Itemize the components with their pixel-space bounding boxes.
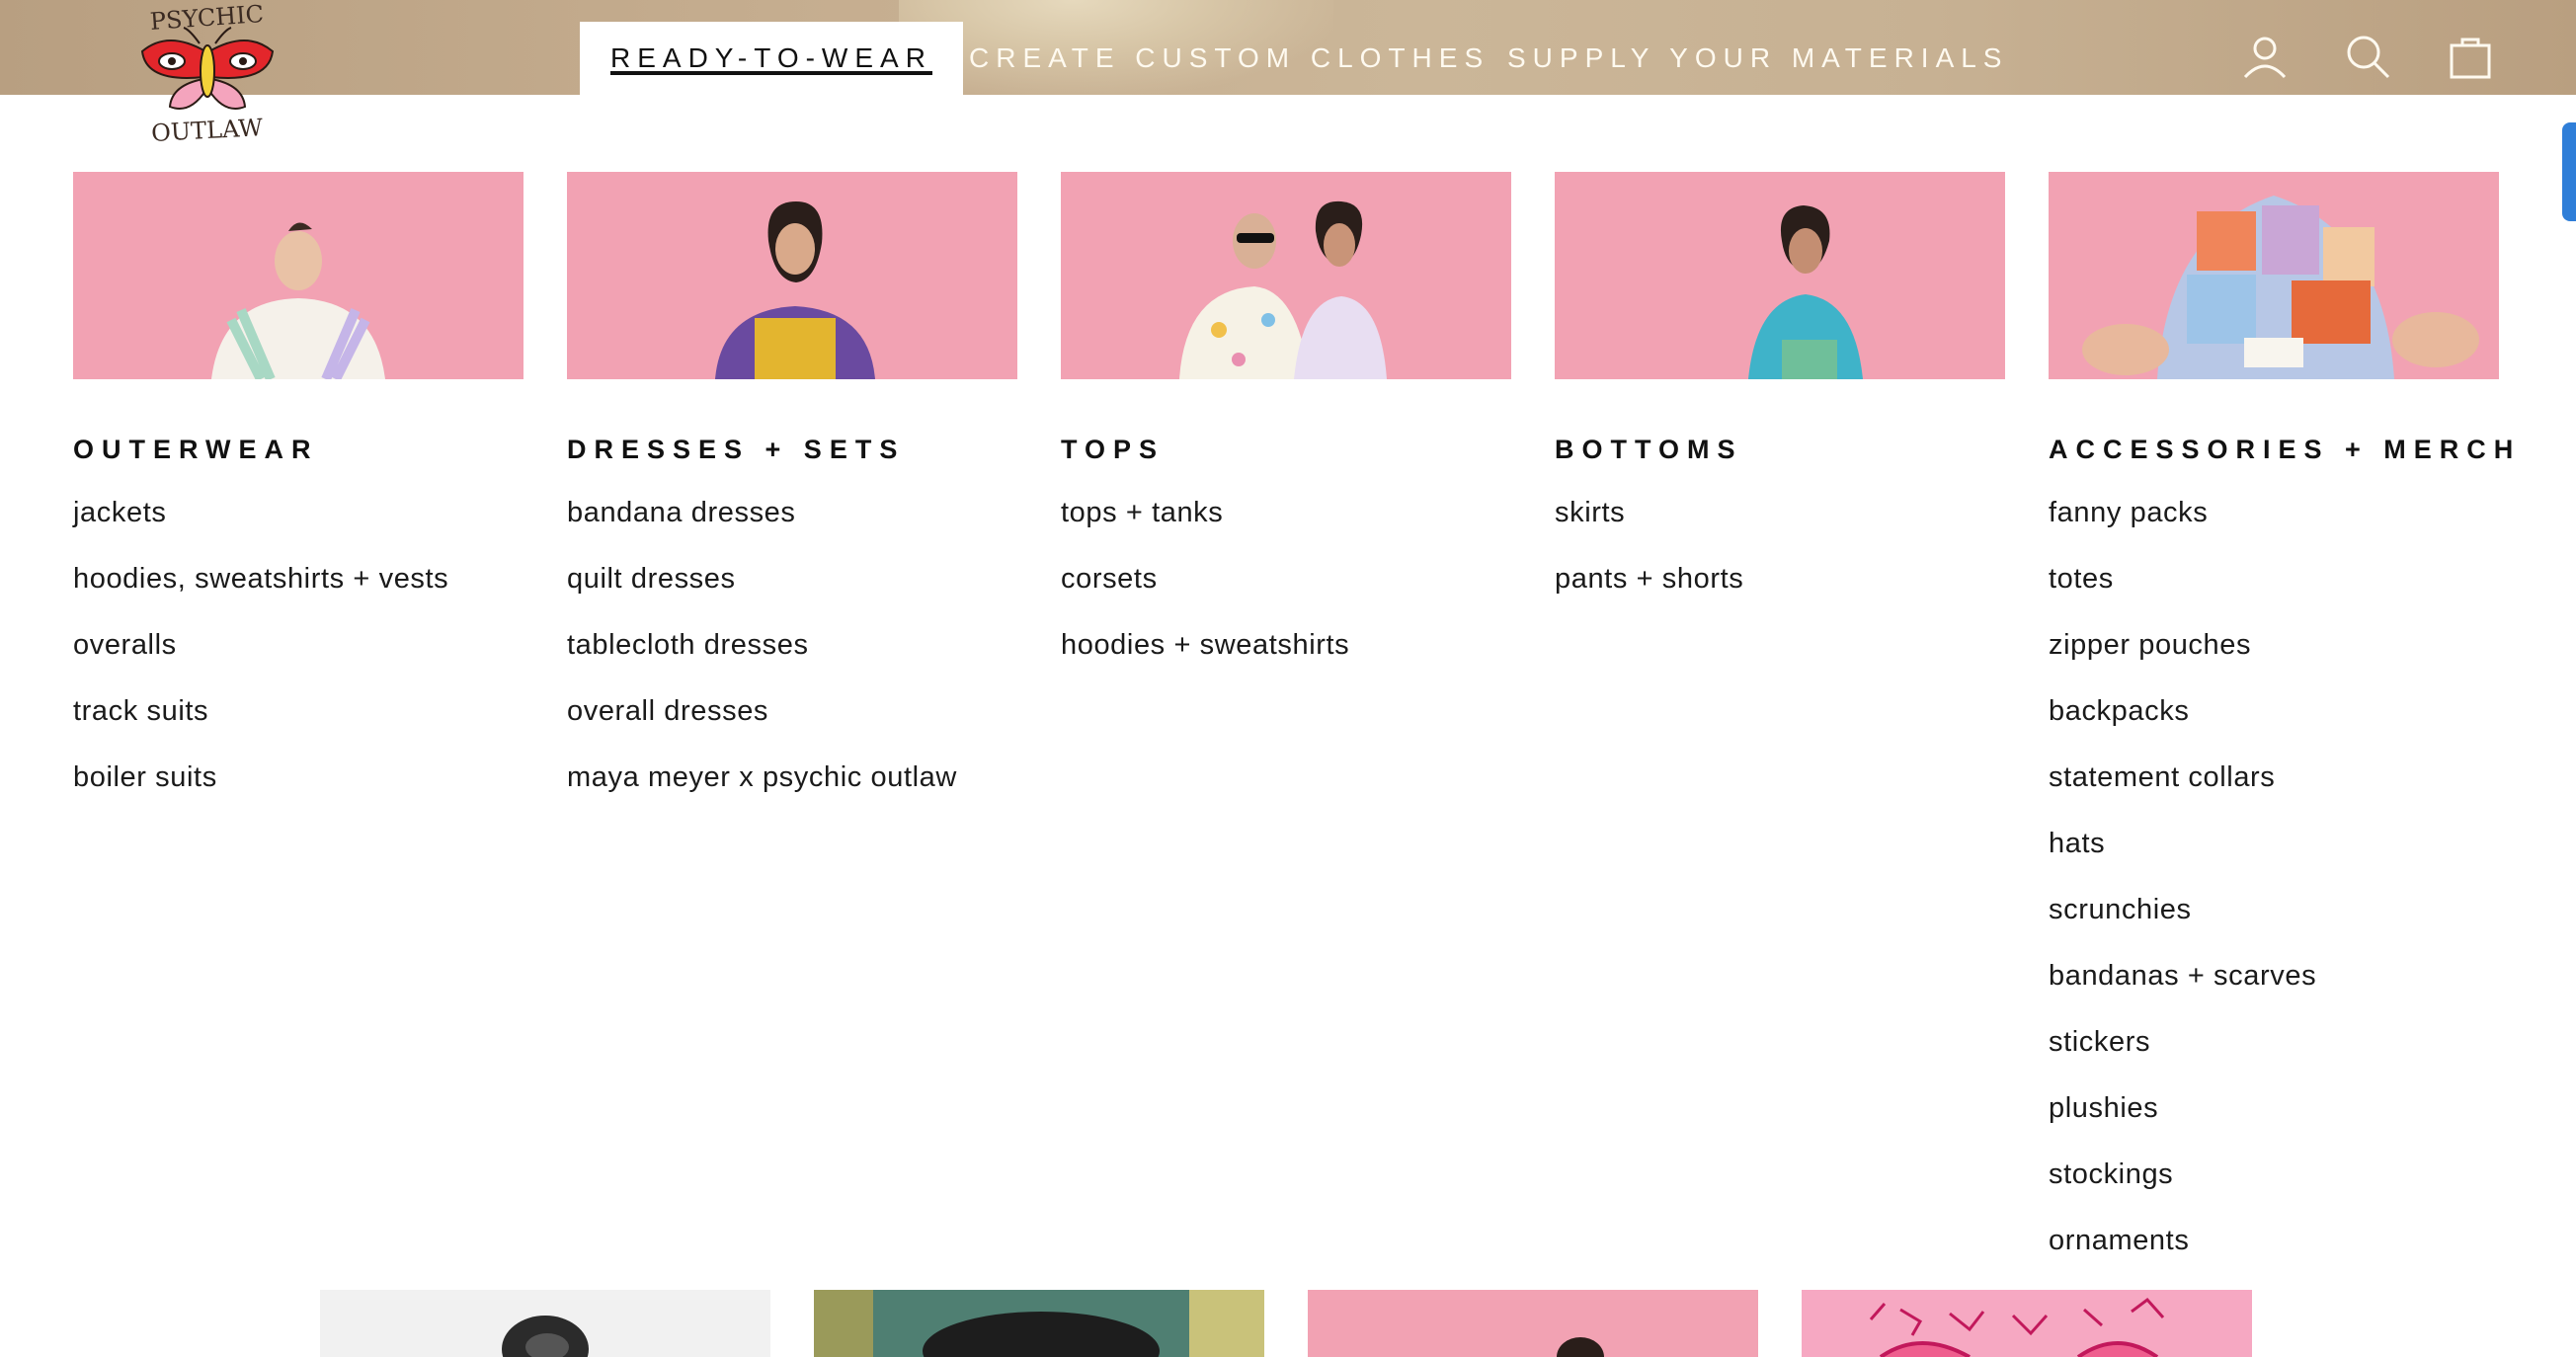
bottoms-photo[interactable] (1555, 172, 2005, 379)
product-thumbnail[interactable] (814, 1290, 1264, 1357)
menu-link-hats[interactable]: hats (2049, 825, 2316, 891)
column-title[interactable]: DRESSES + SETS (567, 435, 905, 465)
menu-column-dresses-sets: DRESSES + SETS bandana dresses quilt dre… (567, 172, 1017, 793)
nav-label: READY-TO-WEAR (610, 42, 932, 73)
side-scroll-tab[interactable] (2562, 122, 2576, 221)
menu-link-stockings[interactable]: stockings (2049, 1156, 2316, 1222)
menu-column-outerwear: OUTERWEAR jackets hoodies, sweatshirts +… (73, 172, 523, 793)
nav-ready-to-wear[interactable]: READY-TO-WEAR (580, 22, 963, 95)
svg-text:OUTLAW: OUTLAW (150, 114, 264, 147)
menu-link-totes[interactable]: totes (2049, 560, 2316, 626)
nav-label: SUPPLY YOUR MATERIALS (1507, 42, 2009, 73)
menu-link-track-suits[interactable]: track suits (73, 692, 448, 758)
menu-link-quilt-dresses[interactable]: quilt dresses (567, 560, 957, 626)
menu-link-hoodies[interactable]: hoodies, sweatshirts + vests (73, 560, 448, 626)
menu-column-tops: TOPS tops + tanks corsets hoodies + swea… (1061, 172, 1511, 661)
main-nav: READY-TO-WEAR CREATE CUSTOM CLOTHES SUPP… (0, 0, 2576, 95)
dresses-photo[interactable] (567, 172, 1017, 379)
column-title[interactable]: ACCESSORIES + MERCH (2049, 435, 2521, 465)
search-icon[interactable] (2343, 32, 2392, 81)
tops-photo[interactable] (1061, 172, 1511, 379)
menu-link-pants-shorts[interactable]: pants + shorts (1555, 560, 1743, 626)
cart-icon[interactable] (2446, 32, 2495, 81)
menu-link-plushies[interactable]: plushies (2049, 1089, 2316, 1156)
menu-link-statement-collars[interactable]: statement collars (2049, 758, 2316, 825)
menu-link-overall-dresses[interactable]: overall dresses (567, 692, 957, 758)
menu-link-overalls[interactable]: overalls (73, 626, 448, 692)
outerwear-photo[interactable] (73, 172, 523, 379)
menu-link-scrunchies[interactable]: scrunchies (2049, 891, 2316, 957)
nav-create-custom-clothes[interactable]: CREATE CUSTOM CLOTHES (969, 22, 1489, 95)
column-links: fanny packs totes zipper pouches backpac… (2049, 494, 2316, 1288)
menu-link-ornaments[interactable]: ornaments (2049, 1222, 2316, 1288)
column-title[interactable]: BOTTOMS (1555, 435, 1743, 465)
accessories-photo[interactable] (2049, 172, 2499, 379)
menu-link-bandana-dresses[interactable]: bandana dresses (567, 494, 957, 560)
menu-link-jackets[interactable]: jackets (73, 494, 448, 560)
column-title[interactable]: TOPS (1061, 435, 1165, 465)
product-thumbnail[interactable] (320, 1290, 770, 1357)
menu-link-skirts[interactable]: skirts (1555, 494, 1743, 560)
product-thumbnail[interactable] (1308, 1290, 1758, 1357)
nav-supply-your-materials[interactable]: SUPPLY YOUR MATERIALS (1507, 22, 2009, 95)
active-underline (610, 71, 932, 75)
column-title[interactable]: OUTERWEAR (73, 435, 319, 465)
column-links: tops + tanks corsets hoodies + sweatshir… (1061, 494, 1349, 692)
column-links: bandana dresses quilt dresses tablecloth… (567, 494, 957, 825)
menu-link-bandanas-scarves[interactable]: bandanas + scarves (2049, 957, 2316, 1023)
menu-link-fanny-packs[interactable]: fanny packs (2049, 494, 2316, 560)
nav-label: CREATE CUSTOM CLOTHES (969, 42, 1490, 73)
menu-column-bottoms: BOTTOMS skirts pants + shorts (1555, 172, 2005, 595)
menu-link-boiler-suits[interactable]: boiler suits (73, 758, 448, 825)
menu-link-tablecloth-dresses[interactable]: tablecloth dresses (567, 626, 957, 692)
menu-link-zipper-pouches[interactable]: zipper pouches (2049, 626, 2316, 692)
menu-link-corsets[interactable]: corsets (1061, 560, 1349, 626)
menu-link-stickers[interactable]: stickers (2049, 1023, 2316, 1089)
menu-column-accessories-merch: ACCESSORIES + MERCH fanny packs totes zi… (2049, 172, 2513, 1256)
column-links: skirts pants + shorts (1555, 494, 1743, 626)
menu-link-backpacks[interactable]: backpacks (2049, 692, 2316, 758)
account-icon[interactable] (2240, 32, 2290, 81)
menu-link-maya-meyer[interactable]: maya meyer x psychic outlaw (567, 758, 957, 825)
menu-link-hoodies-sweatshirts[interactable]: hoodies + sweatshirts (1061, 626, 1349, 692)
menu-link-tops-tanks[interactable]: tops + tanks (1061, 494, 1349, 560)
column-links: jackets hoodies, sweatshirts + vests ove… (73, 494, 448, 825)
product-thumbnail[interactable] (1802, 1290, 2252, 1357)
